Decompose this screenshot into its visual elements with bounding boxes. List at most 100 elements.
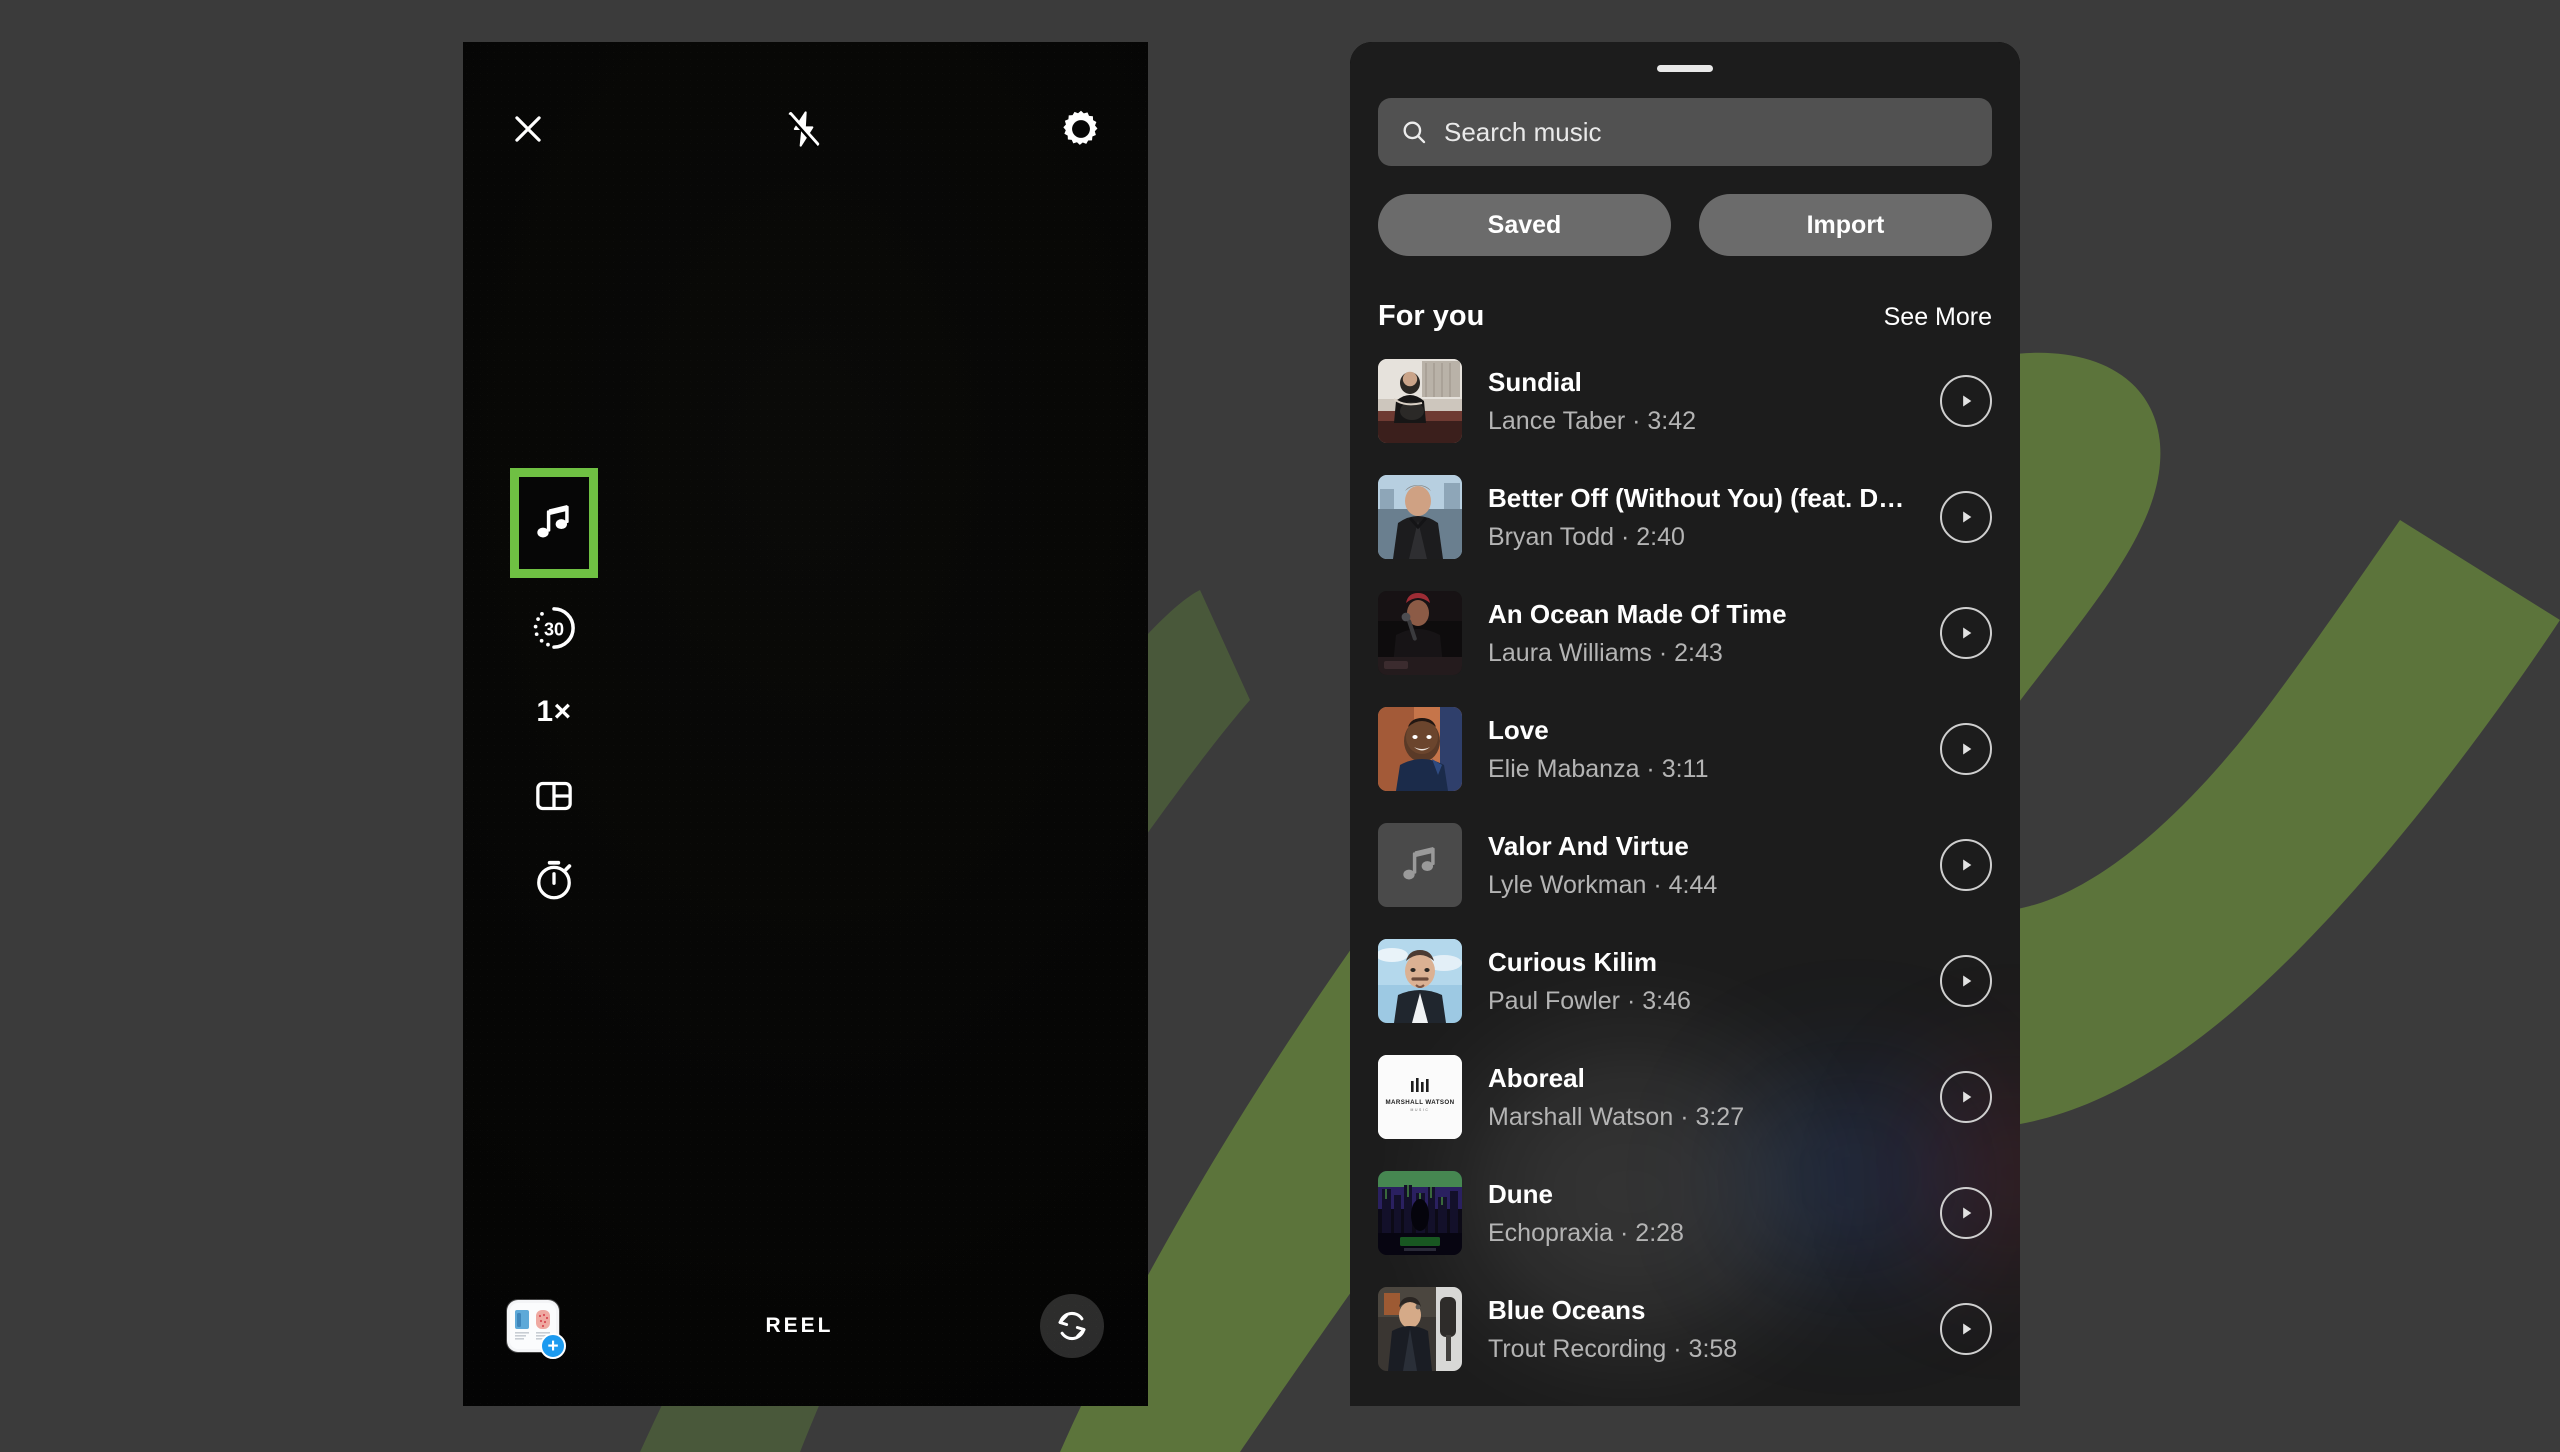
play-button[interactable] — [1940, 1071, 1992, 1123]
track-row[interactable]: Valor And Virtue Lyle Workman · 4:44 — [1378, 807, 1992, 923]
sheet-drag-handle[interactable] — [1657, 65, 1713, 72]
camera-viewfinder[interactable]: 30 1× + REEL — [463, 42, 1148, 1406]
gear-icon[interactable] — [1060, 108, 1102, 150]
play-button[interactable] — [1940, 723, 1992, 775]
camera-top-toolbar — [463, 94, 1148, 164]
camera-mode-label[interactable]: REEL — [765, 1314, 833, 1338]
track-row[interactable]: Blue Oceans Trout Recording · 3:58 — [1378, 1271, 1992, 1387]
gallery-thumbnail-button[interactable]: + — [507, 1300, 566, 1359]
flash-off-icon[interactable] — [784, 109, 824, 149]
track-row[interactable]: Dune Echopraxia · 2:28 — [1378, 1155, 1992, 1271]
track-subtitle: Lance Taber · 3:42 — [1488, 406, 1697, 435]
track-subtitle: Marshall Watson · 3:27 — [1488, 1102, 1745, 1131]
track-subtitle: Echopraxia · 2:28 — [1488, 1218, 1684, 1247]
play-button[interactable] — [1940, 839, 1992, 891]
camera-tool-rail: 30 1× — [507, 460, 601, 922]
music-note-icon — [1403, 847, 1435, 880]
track-row[interactable]: An Ocean Made Of Time Laura Williams · 2… — [1378, 575, 1992, 691]
track-list[interactable]: Sundial Lance Taber · 3:42 Better Off (W… — [1350, 343, 2020, 1406]
search-placeholder: Search music — [1444, 116, 1602, 147]
play-icon — [1963, 395, 1972, 407]
green-swoosh-icon — [640, 352, 2560, 1452]
tool-layout-button[interactable] — [507, 754, 601, 838]
play-icon — [1963, 1091, 1972, 1103]
play-icon — [1963, 627, 1972, 639]
svg-text:MUSIC: MUSIC — [1411, 1108, 1430, 1112]
play-button[interactable] — [1940, 491, 1992, 543]
close-icon[interactable] — [509, 110, 547, 148]
track-meta: Curious Kilim Paul Fowler · 3:46 — [1488, 947, 1914, 1016]
play-button[interactable] — [1940, 1187, 1992, 1239]
cover-art-logo: MARSHALL WATSON MUSIC — [1378, 1055, 1462, 1139]
cover-art-image — [1378, 1287, 1462, 1371]
svg-text:30: 30 — [544, 619, 564, 639]
see-more-link[interactable]: See More — [1884, 303, 1992, 332]
svg-text:MARSHALL WATSON: MARSHALL WATSON — [1385, 1099, 1454, 1106]
play-icon — [1963, 975, 1972, 987]
track-row[interactable]: Curious Kilim Paul Fowler · 3:46 — [1378, 923, 1992, 1039]
camera-bottom-bar: + REEL — [463, 1286, 1148, 1366]
cover-art-image — [1378, 359, 1462, 443]
tool-duration-button[interactable]: 30 — [507, 586, 601, 670]
track-subtitle: Bryan Todd · 2:40 — [1488, 522, 1685, 551]
cover-art-image — [1378, 939, 1462, 1023]
search-music-field[interactable]: Search music — [1378, 98, 1992, 166]
track-title: An Ocean Made Of Time — [1488, 598, 1787, 629]
screenshot-root: 30 1× + REEL Search music Saved Import F… — [0, 0, 2560, 1452]
tool-music-button[interactable] — [507, 460, 601, 586]
track-meta: Dune Echopraxia · 2:28 — [1488, 1179, 1914, 1248]
cover-art-image — [1378, 707, 1462, 791]
track-subtitle: Lyle Workman · 4:44 — [1488, 870, 1718, 899]
track-meta: Better Off (Without You) (feat. Drive D…… — [1488, 483, 1914, 552]
cover-art-image — [1378, 475, 1462, 559]
camera-screen-phone: 30 1× + REEL — [463, 42, 1148, 1406]
section-title: For you — [1378, 300, 1485, 332]
play-icon — [1963, 511, 1972, 523]
track-title: Better Off (Without You) (feat. Drive D… — [1488, 482, 1914, 513]
track-meta: Valor And Virtue Lyle Workman · 4:44 — [1488, 831, 1914, 900]
track-subtitle: Elie Mabanza · 3:11 — [1488, 754, 1709, 783]
tool-zoom-button[interactable]: 1× — [507, 670, 601, 754]
track-row[interactable]: Better Off (Without You) (feat. Drive D…… — [1378, 459, 1992, 575]
play-button[interactable] — [1940, 607, 1992, 659]
gallery-add-badge[interactable]: + — [540, 1333, 566, 1359]
music-picker-phone: Search music Saved Import For you See Mo… — [1350, 42, 2020, 1406]
track-title: Blue Oceans — [1488, 1294, 1646, 1325]
play-icon — [1963, 1207, 1972, 1219]
cover-art-image — [1378, 1171, 1462, 1255]
track-meta: Love Elie Mabanza · 3:11 — [1488, 715, 1914, 784]
music-note-icon — [537, 505, 569, 538]
track-title: Dune — [1488, 1178, 1553, 1209]
play-button[interactable] — [1940, 955, 1992, 1007]
play-icon — [1963, 743, 1972, 755]
track-subtitle: Trout Recording · 3:58 — [1488, 1334, 1738, 1363]
tool-timer-button[interactable] — [507, 838, 601, 922]
zoom-level-label: 1× — [536, 695, 572, 728]
play-button[interactable] — [1940, 375, 1992, 427]
track-title: Aboreal — [1488, 1062, 1585, 1093]
music-bottom-sheet: Search music Saved Import For you See Mo… — [1350, 42, 2020, 1406]
track-meta: Blue Oceans Trout Recording · 3:58 — [1488, 1295, 1914, 1364]
play-icon — [1963, 1323, 1972, 1335]
search-icon — [1403, 121, 1426, 144]
camera-flip-button[interactable] — [1039, 1294, 1104, 1358]
track-title: Valor And Virtue — [1488, 830, 1689, 861]
track-title: Love — [1488, 714, 1549, 745]
import-chip-button[interactable]: Import — [1699, 194, 1992, 256]
track-row[interactable]: Love Elie Mabanza · 3:11 — [1378, 691, 1992, 807]
track-meta: An Ocean Made Of Time Laura Williams · 2… — [1488, 599, 1914, 668]
music-tool-highlight — [510, 468, 598, 578]
track-row[interactable]: Sundial Lance Taber · 3:42 — [1378, 343, 1992, 459]
duration-dial-icon: 30 — [533, 607, 575, 649]
music-source-chips: Saved Import — [1378, 194, 1992, 256]
play-button[interactable] — [1940, 1303, 1992, 1355]
track-meta: Sundial Lance Taber · 3:42 — [1488, 367, 1914, 436]
track-row[interactable]: MARSHALL WATSON MUSIC Aboreal Marshall W… — [1378, 1039, 1992, 1155]
cover-art-image — [1378, 591, 1462, 675]
track-meta: Aboreal Marshall Watson · 3:27 — [1488, 1063, 1914, 1132]
track-subtitle: Paul Fowler · 3:46 — [1488, 986, 1691, 1015]
saved-chip-button[interactable]: Saved — [1378, 194, 1671, 256]
layout-grid-icon — [536, 781, 572, 811]
background-decoration — [0, 0, 2560, 1452]
track-title: Curious Kilim — [1488, 946, 1658, 977]
